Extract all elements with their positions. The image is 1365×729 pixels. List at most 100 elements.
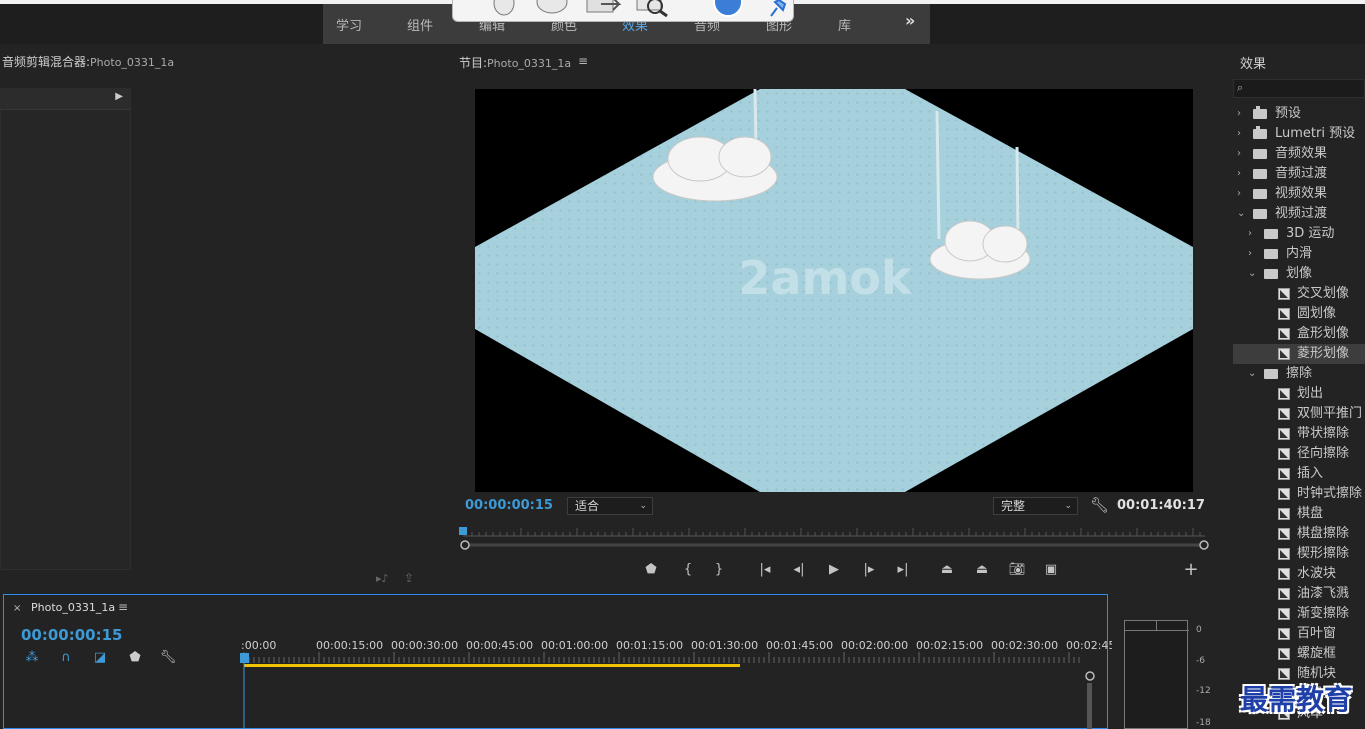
workspace-tab-learn[interactable]: 学习: [336, 15, 362, 34]
go-to-in-button[interactable]: |◂: [754, 560, 776, 580]
timeline-close-icon[interactable]: ×: [13, 603, 21, 614]
effects-item[interactable]: 棋盘擦除: [1233, 524, 1365, 544]
effects-item-label: 划出: [1297, 386, 1324, 401]
effects-item[interactable]: 插入: [1233, 464, 1365, 484]
chevron-right-icon[interactable]: ›: [1248, 224, 1258, 244]
linked-selection-icon[interactable]: ◪: [91, 650, 109, 666]
effects-item[interactable]: 楔形擦除: [1233, 544, 1365, 564]
effects-item[interactable]: 菱形划像: [1233, 344, 1365, 364]
chevron-down-icon[interactable]: ⌄: [1237, 204, 1247, 224]
effects-item[interactable]: 时钟式擦除: [1233, 484, 1365, 504]
program-current-timecode[interactable]: 00:00:00:15: [465, 498, 553, 513]
timeline-settings-wrench-icon[interactable]: 🔧︎: [159, 650, 177, 666]
effects-item-label: Lumetri 预设: [1275, 126, 1356, 141]
video-watermark: 2amok: [738, 251, 913, 305]
info-icon[interactable]: [711, 0, 745, 18]
effects-item[interactable]: 带状擦除: [1233, 424, 1365, 444]
effects-folder-item[interactable]: › 预设: [1233, 104, 1365, 124]
transition-icon: [1278, 628, 1290, 640]
effects-folder-item[interactable]: › 音频过渡: [1233, 164, 1365, 184]
add-marker-button[interactable]: ⬟: [640, 560, 662, 580]
effects-folder-item[interactable]: › 音频效果: [1233, 144, 1365, 164]
effects-folder-item[interactable]: › 视频效果: [1233, 184, 1365, 204]
folder-icon: [1253, 106, 1267, 119]
comparison-view-button[interactable]: ▣: [1040, 560, 1062, 580]
chevron-down-icon[interactable]: ⌄: [1248, 364, 1258, 384]
ruler-label: 00:02:30:00: [991, 639, 1059, 652]
program-menu-icon[interactable]: ≡: [578, 54, 588, 68]
effects-item[interactable]: 渐变擦除: [1233, 604, 1365, 624]
effects-item[interactable]: 百叶窗: [1233, 624, 1365, 644]
comment-icon[interactable]: [535, 0, 569, 18]
zoom-icon[interactable]: [633, 0, 673, 18]
workspace-tab-assembly[interactable]: 组件: [407, 15, 433, 34]
chevron-right-icon[interactable]: ›: [1237, 124, 1247, 144]
step-forward-button[interactable]: |▸: [858, 560, 880, 580]
transition-icon: [1278, 568, 1290, 580]
play-button[interactable]: ▶: [823, 560, 845, 580]
effects-folder-item[interactable]: › 内滑: [1233, 244, 1365, 264]
effects-item-label: 3D 运动: [1286, 226, 1335, 241]
chevron-right-icon[interactable]: ›: [1237, 104, 1247, 124]
expand-arrow-icon[interactable]: ▶: [115, 91, 123, 102]
effects-folder-item[interactable]: ⌄ 视频过渡: [1233, 204, 1365, 224]
effects-item[interactable]: 螺旋框: [1233, 644, 1365, 664]
effects-item-label: 双侧平推门: [1297, 406, 1363, 421]
effects-item[interactable]: 双侧平推门: [1233, 404, 1365, 424]
effects-folder-item[interactable]: ⌄ 划像: [1233, 264, 1365, 284]
chevron-down-icon: ⌄: [1064, 501, 1072, 511]
workspace-more-button[interactable]: »: [905, 11, 915, 30]
transition-icon: [1278, 348, 1290, 360]
export-icon[interactable]: [583, 0, 623, 18]
timeline-tab[interactable]: Photo_0331_1a: [31, 601, 115, 614]
effects-item[interactable]: 盒形划像: [1233, 324, 1365, 344]
pin-icon[interactable]: [763, 0, 789, 20]
program-video-frame: 2amok: [475, 89, 1193, 492]
chevron-right-icon[interactable]: ›: [1248, 244, 1258, 264]
effects-item[interactable]: 圆划像: [1233, 304, 1365, 324]
effects-item[interactable]: 棋盘: [1233, 504, 1365, 524]
add-marker-icon[interactable]: ⬟: [126, 650, 144, 666]
chevron-down-icon[interactable]: ⌄: [1248, 264, 1258, 284]
chevron-right-icon[interactable]: ›: [1237, 184, 1247, 204]
chevron-right-icon[interactable]: ›: [1237, 144, 1247, 164]
timeline-scroll-handle[interactable]: [1084, 670, 1096, 682]
mark-in-button[interactable]: {: [677, 560, 699, 580]
effects-item[interactable]: 径向擦除: [1233, 444, 1365, 464]
effects-item[interactable]: 划出: [1233, 384, 1365, 404]
settings-wrench-icon[interactable]: 🔧︎: [1090, 496, 1109, 514]
go-to-out-button[interactable]: ▸|: [892, 560, 914, 580]
snap-magnet-icon[interactable]: ∩: [57, 650, 75, 666]
effects-folder-item[interactable]: ⌄ 擦除: [1233, 364, 1365, 384]
effects-folder-item[interactable]: › 3D 运动: [1233, 224, 1365, 244]
program-scrubber[interactable]: [455, 524, 1215, 552]
audio-mute-icon[interactable]: ▸♪: [376, 572, 389, 585]
timeline-ruler-track[interactable]: [238, 652, 1088, 729]
workspace-tab-libraries[interactable]: 库: [838, 15, 851, 34]
effects-folder-item[interactable]: › Lumetri 预设: [1233, 124, 1365, 144]
extract-button[interactable]: ⏏︎: [971, 560, 993, 580]
timeline-menu-icon[interactable]: ≡: [118, 600, 128, 614]
audio-export-icon[interactable]: ⇪: [404, 571, 414, 585]
playback-quality-dropdown[interactable]: 完整 ⌄: [993, 497, 1078, 515]
chevron-right-icon[interactable]: ›: [1237, 164, 1247, 184]
effects-item-label: 棋盘擦除: [1297, 526, 1350, 541]
nest-sequences-icon[interactable]: ⁂: [23, 650, 41, 666]
effects-item[interactable]: 交叉划像: [1233, 284, 1365, 304]
export-frame-camera-icon[interactable]: 📷︎: [1006, 560, 1028, 580]
effects-item[interactable]: 水波块: [1233, 564, 1365, 584]
effects-item-label: 水波块: [1297, 566, 1337, 581]
mark-out-button[interactable]: }: [708, 560, 730, 580]
timeline-current-timecode[interactable]: 00:00:00:15: [21, 626, 123, 644]
lift-button[interactable]: ⏏︎: [936, 560, 958, 580]
effects-item[interactable]: 油漆飞溅: [1233, 584, 1365, 604]
effects-item-label: 百叶窗: [1297, 626, 1337, 641]
button-editor-plus-icon[interactable]: +: [1180, 560, 1202, 580]
shape-tool-icon[interactable]: [489, 0, 519, 18]
zoom-dropdown[interactable]: 适合 ⌄: [567, 497, 653, 515]
timeline-vertical-scrollbar[interactable]: [1087, 683, 1092, 729]
folder-icon: [1253, 189, 1267, 199]
effects-search-input[interactable]: ⌕: [1233, 79, 1365, 98]
step-back-button[interactable]: ◂|: [788, 560, 810, 580]
mixer-channel-area: [0, 88, 131, 570]
